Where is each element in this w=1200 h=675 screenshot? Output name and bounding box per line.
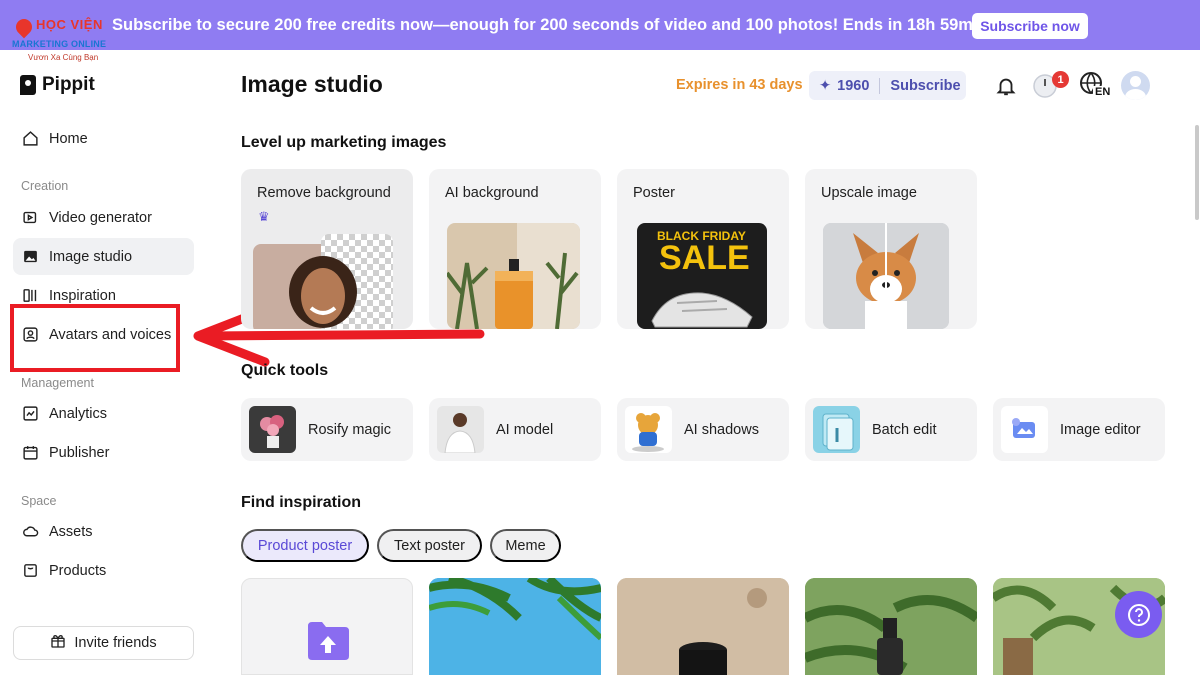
upload-folder-icon [308,622,349,660]
sidebar-item-label: Analytics [49,405,108,422]
inspiration-icon [21,287,39,305]
sidebar-item-analytics[interactable]: Analytics [13,395,194,432]
sidebar-item-home[interactable]: Home [13,120,194,157]
batch-edit-thumb [813,406,860,453]
sidebar-item-label: Inspiration [49,287,116,304]
sidebar-item-video-generator[interactable]: Video generator [13,199,194,236]
sidebar-item-label: Assets [49,523,93,540]
poster-text-2: SALE [659,239,750,277]
card-label: Poster [633,185,675,201]
cloud-icon [21,523,39,541]
card-label: Upscale image [821,185,917,201]
section-label-management: Management [21,376,94,390]
section-label-creation: Creation [21,179,69,193]
sidebar-item-products[interactable]: Products [13,552,194,589]
card-ai-background[interactable]: AI background [429,169,601,329]
gift-icon [50,633,66,653]
calendar-icon [21,444,39,462]
tool-label: Image editor [1060,421,1141,438]
tool-label: AI shadows [684,421,759,438]
highlight-box [10,304,180,372]
image-editor-thumb [1001,406,1048,453]
ai-model-thumb [437,406,484,453]
chip-text-poster[interactable]: Text poster [377,529,482,562]
section-label-space: Space [21,494,57,508]
tool-ai-model[interactable]: AI model [429,398,601,461]
sidebar-item-label: Home [49,130,88,147]
scrollbar[interactable] [1195,125,1199,220]
sidebar-item-publisher[interactable]: Publisher [13,434,194,471]
expires-label: Expires in 43 days [676,77,803,93]
section-title-inspiration: Find inspiration [241,494,361,511]
card-label: Remove background [257,185,391,201]
watermark-line1: HỌC VIỆN [36,17,103,32]
help-button[interactable] [1115,591,1162,638]
tool-image-editor[interactable]: Image editor [993,398,1165,461]
subscribe-link[interactable]: Subscribe [890,78,960,94]
promo-banner: Subscribe to secure 200 free credits now… [0,0,1200,50]
sidebar-item-label: Video generator [49,209,152,226]
crown-icon: ♛ [258,209,270,224]
remove-bg-image [253,234,398,329]
ai-shadows-thumb [625,406,672,453]
tool-rosify-magic[interactable]: Rosify magic [241,398,413,461]
sidebar-item-label: Products [49,562,107,579]
card-label: AI background [445,185,539,201]
upscale-image [823,223,949,329]
invite-friends-button[interactable]: Invite friends [13,626,194,660]
pippit-logo-icon [20,75,36,95]
card-poster[interactable]: Poster BLACK FRIDAY SALE [617,169,789,329]
tool-label: Batch edit [872,421,937,438]
inspiration-image-1[interactable] [429,578,601,675]
section-title-marketing: Level up marketing images [241,134,447,151]
brand-name: Pippit [42,74,95,95]
watermark-logo: HỌC VIỆN MARKETING ONLINE Vươn Xa Cùng B… [10,15,118,65]
flame-icon [12,15,36,39]
upload-card[interactable] [241,578,413,675]
sidebar-item-image-studio[interactable]: Image studio [13,238,194,275]
sidebar-item-label: Image studio [49,248,133,265]
question-icon [1127,603,1150,626]
home-icon [21,130,39,148]
page-title: Image studio [241,71,383,97]
language-globe-icon[interactable]: EN [1079,72,1113,100]
divider [879,77,881,94]
invite-friends-label: Invite friends [74,635,157,651]
rosify-thumb [249,406,296,453]
chip-product-poster[interactable]: Product poster [241,529,369,562]
products-icon [21,562,39,580]
poster-image: BLACK FRIDAY SALE [637,223,767,329]
video-generator-icon [21,209,39,227]
image-studio-icon [21,248,39,266]
credits-count: 1960 [837,77,870,94]
brand[interactable]: Pippit [20,74,95,96]
watermark-line2: MARKETING ONLINE [12,39,107,49]
watermark-line3: Vươn Xa Cùng Bạn [28,53,99,62]
avatar[interactable] [1121,71,1150,100]
tool-batch-edit[interactable]: Batch edit [805,398,977,461]
tool-label: Rosify magic [308,421,391,438]
ai-background-image [447,223,580,329]
sidebar-item-label: Publisher [49,444,110,461]
notification-bell-icon[interactable] [992,72,1020,100]
notification-badge: 1 [1052,71,1069,88]
inspiration-image-2[interactable] [617,578,789,675]
card-upscale-image[interactable]: Upscale image [805,169,977,329]
language-code: EN [1095,86,1111,98]
card-remove-background[interactable]: Remove background ♛ [241,169,413,329]
credits-widget[interactable]: ✦ 1960 Subscribe [809,71,966,100]
chip-meme[interactable]: Meme [490,529,561,562]
section-title-quick-tools: Quick tools [241,362,329,379]
sparkle-icon: ✦ [819,77,832,94]
inspiration-image-3[interactable] [805,578,977,675]
tool-ai-shadows[interactable]: AI shadows [617,398,789,461]
promo-banner-text: Subscribe to secure 200 free credits now… [112,16,1020,34]
subscribe-now-button[interactable]: Subscribe now [972,13,1088,39]
sidebar-item-assets[interactable]: Assets [13,513,194,550]
tool-label: AI model [496,421,554,438]
analytics-icon [21,405,39,423]
